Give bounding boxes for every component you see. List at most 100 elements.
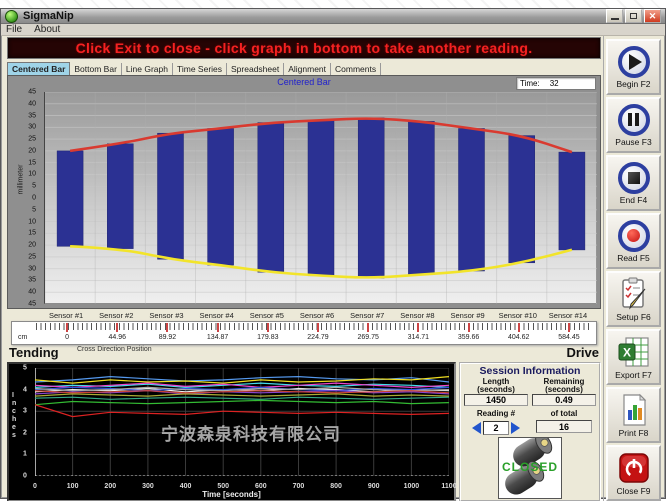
y-tick-label: 30 xyxy=(28,265,36,272)
nip-status-badge: CLOSED xyxy=(499,460,561,474)
y-tick-label: 30 xyxy=(28,124,36,131)
close-button[interactable]: ✕ xyxy=(644,9,661,23)
sensor-position-tick xyxy=(317,323,319,332)
sensor-position-tick xyxy=(66,323,68,332)
y-tick-label: 35 xyxy=(28,112,36,119)
time-label: Time: xyxy=(520,79,540,88)
remaining-label: Remaining (seconds) xyxy=(532,378,596,394)
y-tick-label: 40 xyxy=(28,100,36,107)
play-icon xyxy=(618,46,650,78)
time-chart-y-tick: 0 xyxy=(23,473,27,480)
sensor-position-tick xyxy=(116,323,118,332)
tending-label: Tending xyxy=(9,345,59,360)
minimize-button[interactable] xyxy=(606,9,623,23)
cross-direction-ruler: cm 044.9689.92134.87179.83224.79269.7531… xyxy=(11,321,597,345)
nip-rollers-image: CLOSED xyxy=(498,437,562,499)
time-chart-x-tick: 800 xyxy=(330,483,342,490)
y-axis-ticks: 45403530252015105051015202530354045 xyxy=(8,92,41,304)
cross-direction-position-label: Cross Direction Position xyxy=(77,346,152,353)
end-button[interactable]: End F4 xyxy=(606,155,661,211)
total-readings-value: 16 xyxy=(536,420,592,433)
banner-text: Click Exit to close - click graph in bot… xyxy=(76,40,533,56)
tab-alignment[interactable]: Alignment xyxy=(284,63,331,75)
line-13 xyxy=(35,405,449,417)
menu-about[interactable]: About xyxy=(34,24,60,35)
next-reading-arrow-icon[interactable] xyxy=(511,422,520,434)
sensor-label-row: Sensor #1Sensor #2Sensor #3Sensor #4Sens… xyxy=(41,309,593,321)
centered-bar[interactable] xyxy=(107,144,133,249)
reading-number-field[interactable]: 2 xyxy=(483,421,509,435)
centered-bar-svg xyxy=(45,92,597,304)
y-tick-label: 15 xyxy=(28,159,36,166)
bar-plot-area[interactable] xyxy=(44,92,596,304)
centered-bar[interactable] xyxy=(308,120,334,275)
time-series-chart[interactable]: I n c h e s 012345 010020030040050060070… xyxy=(7,362,456,501)
time-chart-x-tick: 900 xyxy=(368,483,380,490)
centered-bar[interactable] xyxy=(559,152,585,250)
centered-bar[interactable] xyxy=(459,129,485,272)
y-tick-label: 25 xyxy=(28,136,36,143)
line-9 xyxy=(35,394,449,396)
sensor-position-tick xyxy=(568,323,570,332)
sensor-label: Sensor #1 xyxy=(41,309,91,321)
centered-bar[interactable] xyxy=(358,118,384,278)
tab-line-graph[interactable]: Line Graph xyxy=(122,63,173,75)
time-chart-x-tick: 1100 xyxy=(441,483,456,490)
centered-bar-chart-panel[interactable]: Centered Bar Time: 32 millimeter 4540353… xyxy=(7,75,601,309)
time-axis-title: Time [seconds] xyxy=(9,490,454,499)
print-button[interactable]: Print F8 xyxy=(606,387,661,443)
ruler-position-value: 314.71 xyxy=(408,334,429,341)
tab-comments[interactable]: Comments xyxy=(331,63,381,75)
y-tick-label: 0 xyxy=(32,195,36,202)
menu-file[interactable]: File xyxy=(6,24,22,35)
centered-bar[interactable] xyxy=(408,121,434,274)
sensor-position-tick xyxy=(468,323,470,332)
sensor-position-tick xyxy=(367,323,369,332)
tab-bottom-bar[interactable]: Bottom Bar xyxy=(70,63,122,75)
excel-icon: X xyxy=(617,335,651,369)
pause-button[interactable]: Pause F3 xyxy=(606,97,661,153)
time-chart-y-tick: 5 xyxy=(23,365,27,372)
time-chart-y-tick: 1 xyxy=(23,451,27,458)
tab-time-series[interactable]: Time Series xyxy=(173,63,227,75)
centered-bar[interactable] xyxy=(258,123,284,273)
centered-bar[interactable] xyxy=(57,151,83,246)
close-f9-button[interactable]: Close F9 xyxy=(606,445,661,501)
ruler-position-value: 269.75 xyxy=(357,334,378,341)
app-window: SigmaNip ✕ File About Click Exit to clos… xyxy=(0,8,666,499)
y-tick-label: 5 xyxy=(32,183,36,190)
ruler-position-value: 179.83 xyxy=(257,334,278,341)
action-button-column: Begin F2 Pause F3 End F4 Read F5 xyxy=(603,36,663,501)
restore-button[interactable] xyxy=(625,9,642,23)
reading-number-label: Reading # xyxy=(477,409,515,419)
previous-reading-arrow-icon[interactable] xyxy=(472,422,481,434)
ruler-position-value: 584.45 xyxy=(558,334,579,341)
centered-bar[interactable] xyxy=(509,136,535,263)
sensor-label: Sensor #9 xyxy=(443,309,493,321)
drive-label: Drive xyxy=(566,345,599,360)
centered-bar[interactable] xyxy=(158,133,184,259)
sensor-label: Sensor #14 xyxy=(543,309,593,321)
y-tick-label: 10 xyxy=(28,171,36,178)
record-icon xyxy=(618,220,650,252)
time-chart-y-tick: 2 xyxy=(23,429,27,436)
tab-strip: Centered BarBottom BarLine GraphTime Ser… xyxy=(5,60,603,75)
begin-button[interactable]: Begin F2 xyxy=(606,39,661,95)
export-button[interactable]: X Export F7 xyxy=(606,329,661,385)
bar-chart-document-icon xyxy=(617,393,651,427)
tab-spreadsheet[interactable]: Spreadsheet xyxy=(227,63,284,75)
read-button[interactable]: Read F5 xyxy=(606,213,661,269)
time-chart-y-tick: 4 xyxy=(23,386,27,393)
time-series-svg xyxy=(35,368,449,476)
y-tick-label: 45 xyxy=(28,89,36,96)
title-bar[interactable]: SigmaNip ✕ xyxy=(1,9,665,24)
time-chart-x-tick: 100 xyxy=(67,483,79,490)
tab-centered-bar[interactable]: Centered Bar xyxy=(7,62,70,75)
time-chart-x-tick: 1000 xyxy=(404,483,420,490)
ruler-position-value: 44.96 xyxy=(109,334,127,341)
ruler-position-value: 134.87 xyxy=(207,334,228,341)
centered-bar[interactable] xyxy=(208,129,234,266)
of-total-label: of total xyxy=(551,409,578,419)
y-tick-label: 25 xyxy=(28,253,36,260)
setup-button[interactable]: Setup F6 xyxy=(606,271,661,327)
